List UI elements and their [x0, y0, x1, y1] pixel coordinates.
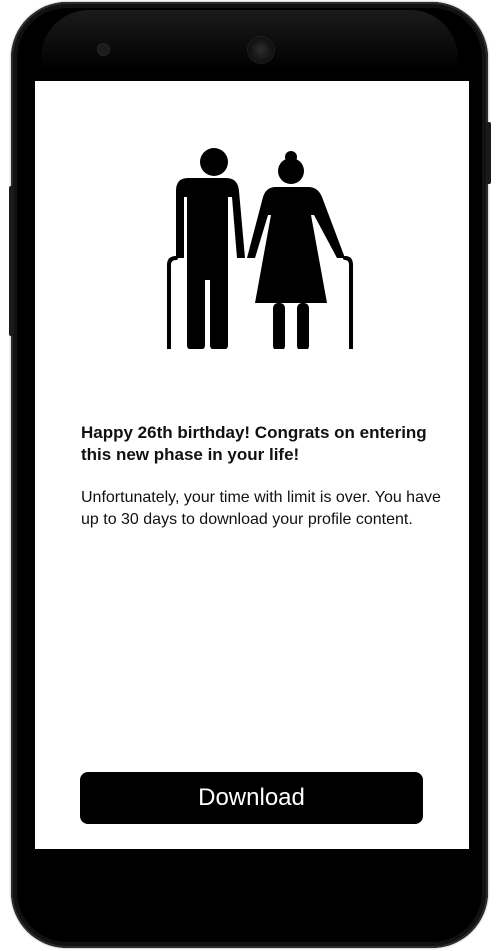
download-button[interactable]: Download [80, 772, 423, 824]
earpiece-speaker [248, 37, 274, 63]
birthday-headline: Happy 26th birthday! Congrats on enterin… [81, 423, 427, 464]
limit-notice-text: Unfortunately, your time with limit is o… [81, 489, 441, 528]
app-screen: Happy 26th birthday! Congrats on enterin… [35, 81, 469, 849]
elderly-couple-icon [167, 148, 353, 349]
power-button [486, 122, 491, 184]
phone-bezel-highlight [41, 10, 458, 70]
volume-button [9, 186, 14, 336]
front-camera [98, 44, 109, 55]
